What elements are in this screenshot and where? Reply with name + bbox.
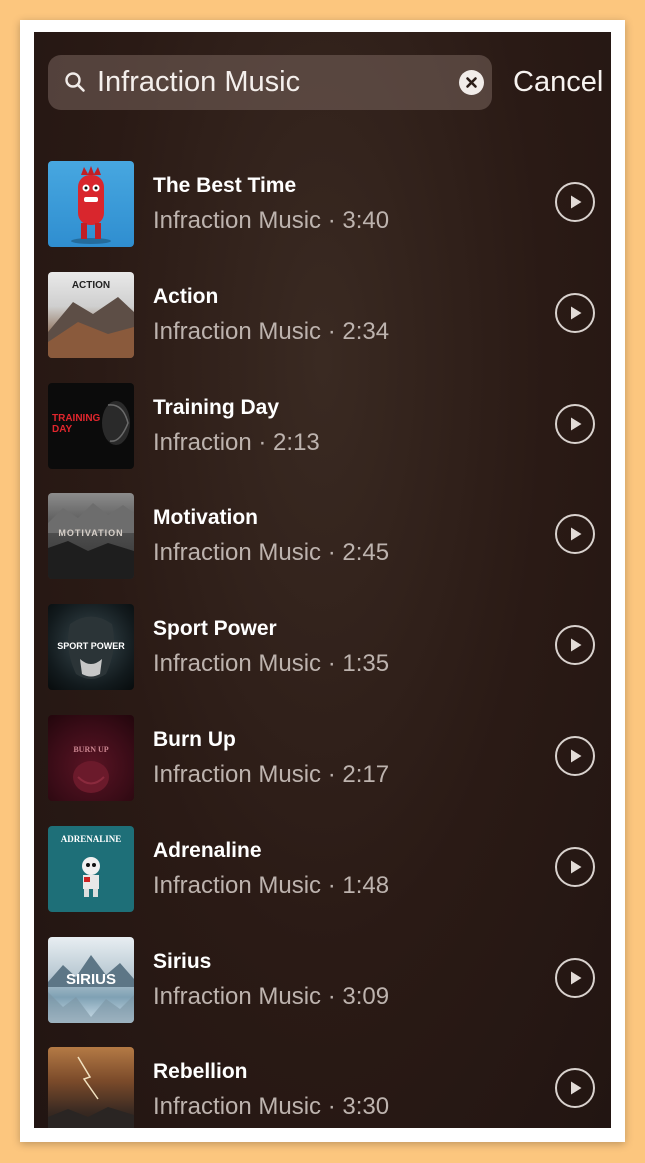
album-cover-sirius: SIRIUS [48,936,134,1023]
cover-text: SPORT POWER [57,641,125,652]
track-title: Sport Power [153,617,277,641]
track-row[interactable]: Rebellion Infraction Music · 3:30 [34,1046,611,1128]
play-icon [571,195,582,209]
play-button[interactable] [555,403,595,444]
album-cover-sport-power: SPORT POWER [48,604,134,691]
album-cover-rebellion [48,1047,134,1128]
play-button[interactable] [555,292,595,333]
track-row[interactable]: TRAINING DAY Training Day Infraction · 2… [34,382,611,493]
album-cover-burn-up: BURN UP [48,714,134,801]
search-bar: Cancel [34,32,611,132]
album-cover-action: ACTION [48,271,134,358]
track-row[interactable]: BURN UP Burn Up Infraction Music · 2:17 [34,714,611,825]
play-button[interactable] [555,735,595,776]
album-cover-the-best-time [48,161,134,247]
cover-text: ADRENALINE [60,833,122,844]
album-cover-training-day: TRAINING DAY [48,382,134,469]
track-title: Training Day [153,395,280,419]
search-box[interactable] [48,55,492,110]
track-subtitle: Infraction Music · 2:34 [153,317,390,345]
play-icon [571,971,582,985]
play-icon [571,638,582,652]
play-button[interactable] [555,514,595,555]
track-title: Motivation [153,506,258,530]
track-row[interactable]: ADRENALINE Adrenaline Infraction Music ·… [34,825,611,936]
track-row[interactable]: The Best Time Infraction Music · 3:40 [34,160,611,271]
play-button[interactable] [555,182,595,222]
play-icon [571,860,582,874]
search-icon [65,72,85,92]
track-row[interactable]: SPORT POWER Sport Power Infraction Music… [34,603,611,714]
track-subtitle: Infraction Music · 3:30 [153,1093,390,1121]
track-title: Action [153,284,219,308]
track-title: Rebellion [153,1060,248,1084]
track-subtitle: Infraction Music · 1:35 [153,650,390,678]
cover-text: SIRIUS [65,970,116,988]
cover-text: ACTION [71,279,111,291]
track-subtitle: Infraction · 2:13 [153,428,320,456]
music-search-screen: Cancel The Best Time Infraction Music · … [34,32,611,1128]
track-list: The Best Time Infraction Music · 3:40 AC… [34,160,611,1128]
track-subtitle: Infraction Music · 1:48 [153,871,390,899]
play-button[interactable] [555,625,595,666]
play-icon [571,749,582,763]
track-title: Sirius [153,949,212,973]
play-icon [571,306,582,320]
cancel-button[interactable]: Cancel [513,62,603,102]
track-title: The Best Time [153,174,297,197]
play-icon [571,527,582,541]
play-button[interactable] [555,957,595,998]
track-row[interactable]: ACTION Action Infraction Music · 2:34 [34,271,611,382]
search-input[interactable] [97,55,457,110]
track-subtitle: Infraction Music · 2:17 [153,760,390,788]
album-cover-motivation: MOTIVATION [48,493,134,580]
clear-icon[interactable] [459,70,484,95]
cover-text: TRAINING DAY [52,412,101,435]
cover-text: MOTIVATION [58,528,124,539]
track-title: Adrenaline [153,838,262,862]
play-button[interactable] [555,846,595,887]
track-subtitle: Infraction Music · 2:45 [153,539,390,567]
track-title: Burn Up [153,727,236,751]
cover-text: BURN UP [73,744,109,754]
track-row[interactable]: SIRIUS Sirius Infraction Music · 3:09 [34,936,611,1047]
track-row[interactable]: MOTIVATION Motivation Infraction Music ·… [34,492,611,603]
track-subtitle: Infraction Music · 3:09 [153,982,390,1010]
track-subtitle: Infraction Music · 3:40 [153,207,390,234]
play-icon [571,417,582,431]
album-cover-adrenaline: ADRENALINE [48,825,134,912]
play-icon [571,1081,582,1095]
play-button[interactable] [555,1068,595,1109]
